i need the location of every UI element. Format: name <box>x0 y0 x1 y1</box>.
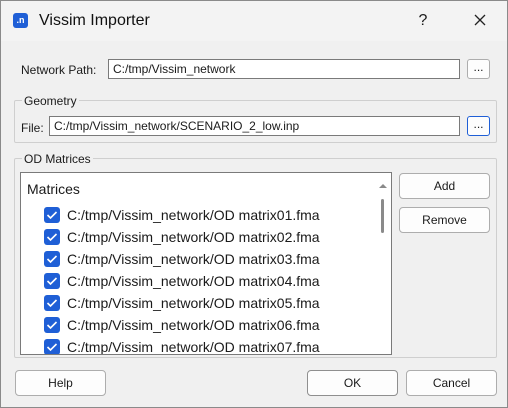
list-item-label: C:/tmp/Vissim_network/OD matrix07.fma <box>67 339 320 355</box>
network-browse-button[interactable]: ... <box>467 59 490 79</box>
app-icon: .n <box>13 13 28 28</box>
list-item-label: C:/tmp/Vissim_network/OD matrix06.fma <box>67 317 320 333</box>
geometry-browse-button[interactable]: ... <box>467 116 490 136</box>
checkbox-checked[interactable] <box>44 229 60 245</box>
list-item-label: C:/tmp/Vissim_network/OD matrix01.fma <box>67 207 320 223</box>
ok-button[interactable]: OK <box>307 370 398 396</box>
vissim-importer-dialog: .n Vissim Importer ? Network Path: C:/tm… <box>0 0 508 408</box>
geometry-file-label: File: <box>21 121 44 135</box>
checkbox-checked[interactable] <box>44 251 60 267</box>
network-path-field[interactable]: C:/tmp/Vissim_network <box>108 59 460 79</box>
close-icon[interactable] <box>466 10 494 32</box>
matrices-list[interactable]: Matrices C:/tmp/Vissim_network/OD matrix… <box>20 172 392 355</box>
list-item-label: C:/tmp/Vissim_network/OD matrix04.fma <box>67 273 320 289</box>
vertical-scrollbar[interactable] <box>375 173 391 354</box>
remove-button[interactable]: Remove <box>399 207 490 233</box>
checkbox-checked[interactable] <box>44 207 60 223</box>
matrices-list-header: Matrices <box>27 181 80 197</box>
checkbox-checked[interactable] <box>44 295 60 311</box>
cancel-button[interactable]: Cancel <box>406 370 497 396</box>
scrollbar-thumb[interactable] <box>381 199 384 233</box>
list-item-label: C:/tmp/Vissim_network/OD matrix02.fma <box>67 229 320 245</box>
checkbox-checked[interactable] <box>44 273 60 289</box>
window-title: Vissim Importer <box>39 12 150 29</box>
help-button[interactable]: Help <box>15 370 106 396</box>
network-path-label: Network Path: <box>21 63 97 77</box>
checkbox-checked[interactable] <box>44 317 60 333</box>
add-button[interactable]: Add <box>399 173 490 199</box>
help-icon[interactable]: ? <box>411 10 435 32</box>
list-item-label: C:/tmp/Vissim_network/OD matrix05.fma <box>67 295 320 311</box>
checkbox-checked[interactable] <box>44 339 60 354</box>
geometry-file-field[interactable]: C:/tmp/Vissim_network/SCENARIO_2_low.inp <box>49 116 460 136</box>
title-bar: .n Vissim Importer ? <box>1 1 507 41</box>
list-item-label: C:/tmp/Vissim_network/OD matrix03.fma <box>67 251 320 267</box>
scroll-up-arrow-icon[interactable] <box>378 178 388 192</box>
geometry-group-title: Geometry <box>22 94 79 108</box>
od-matrices-group-title: OD Matrices <box>22 152 93 166</box>
